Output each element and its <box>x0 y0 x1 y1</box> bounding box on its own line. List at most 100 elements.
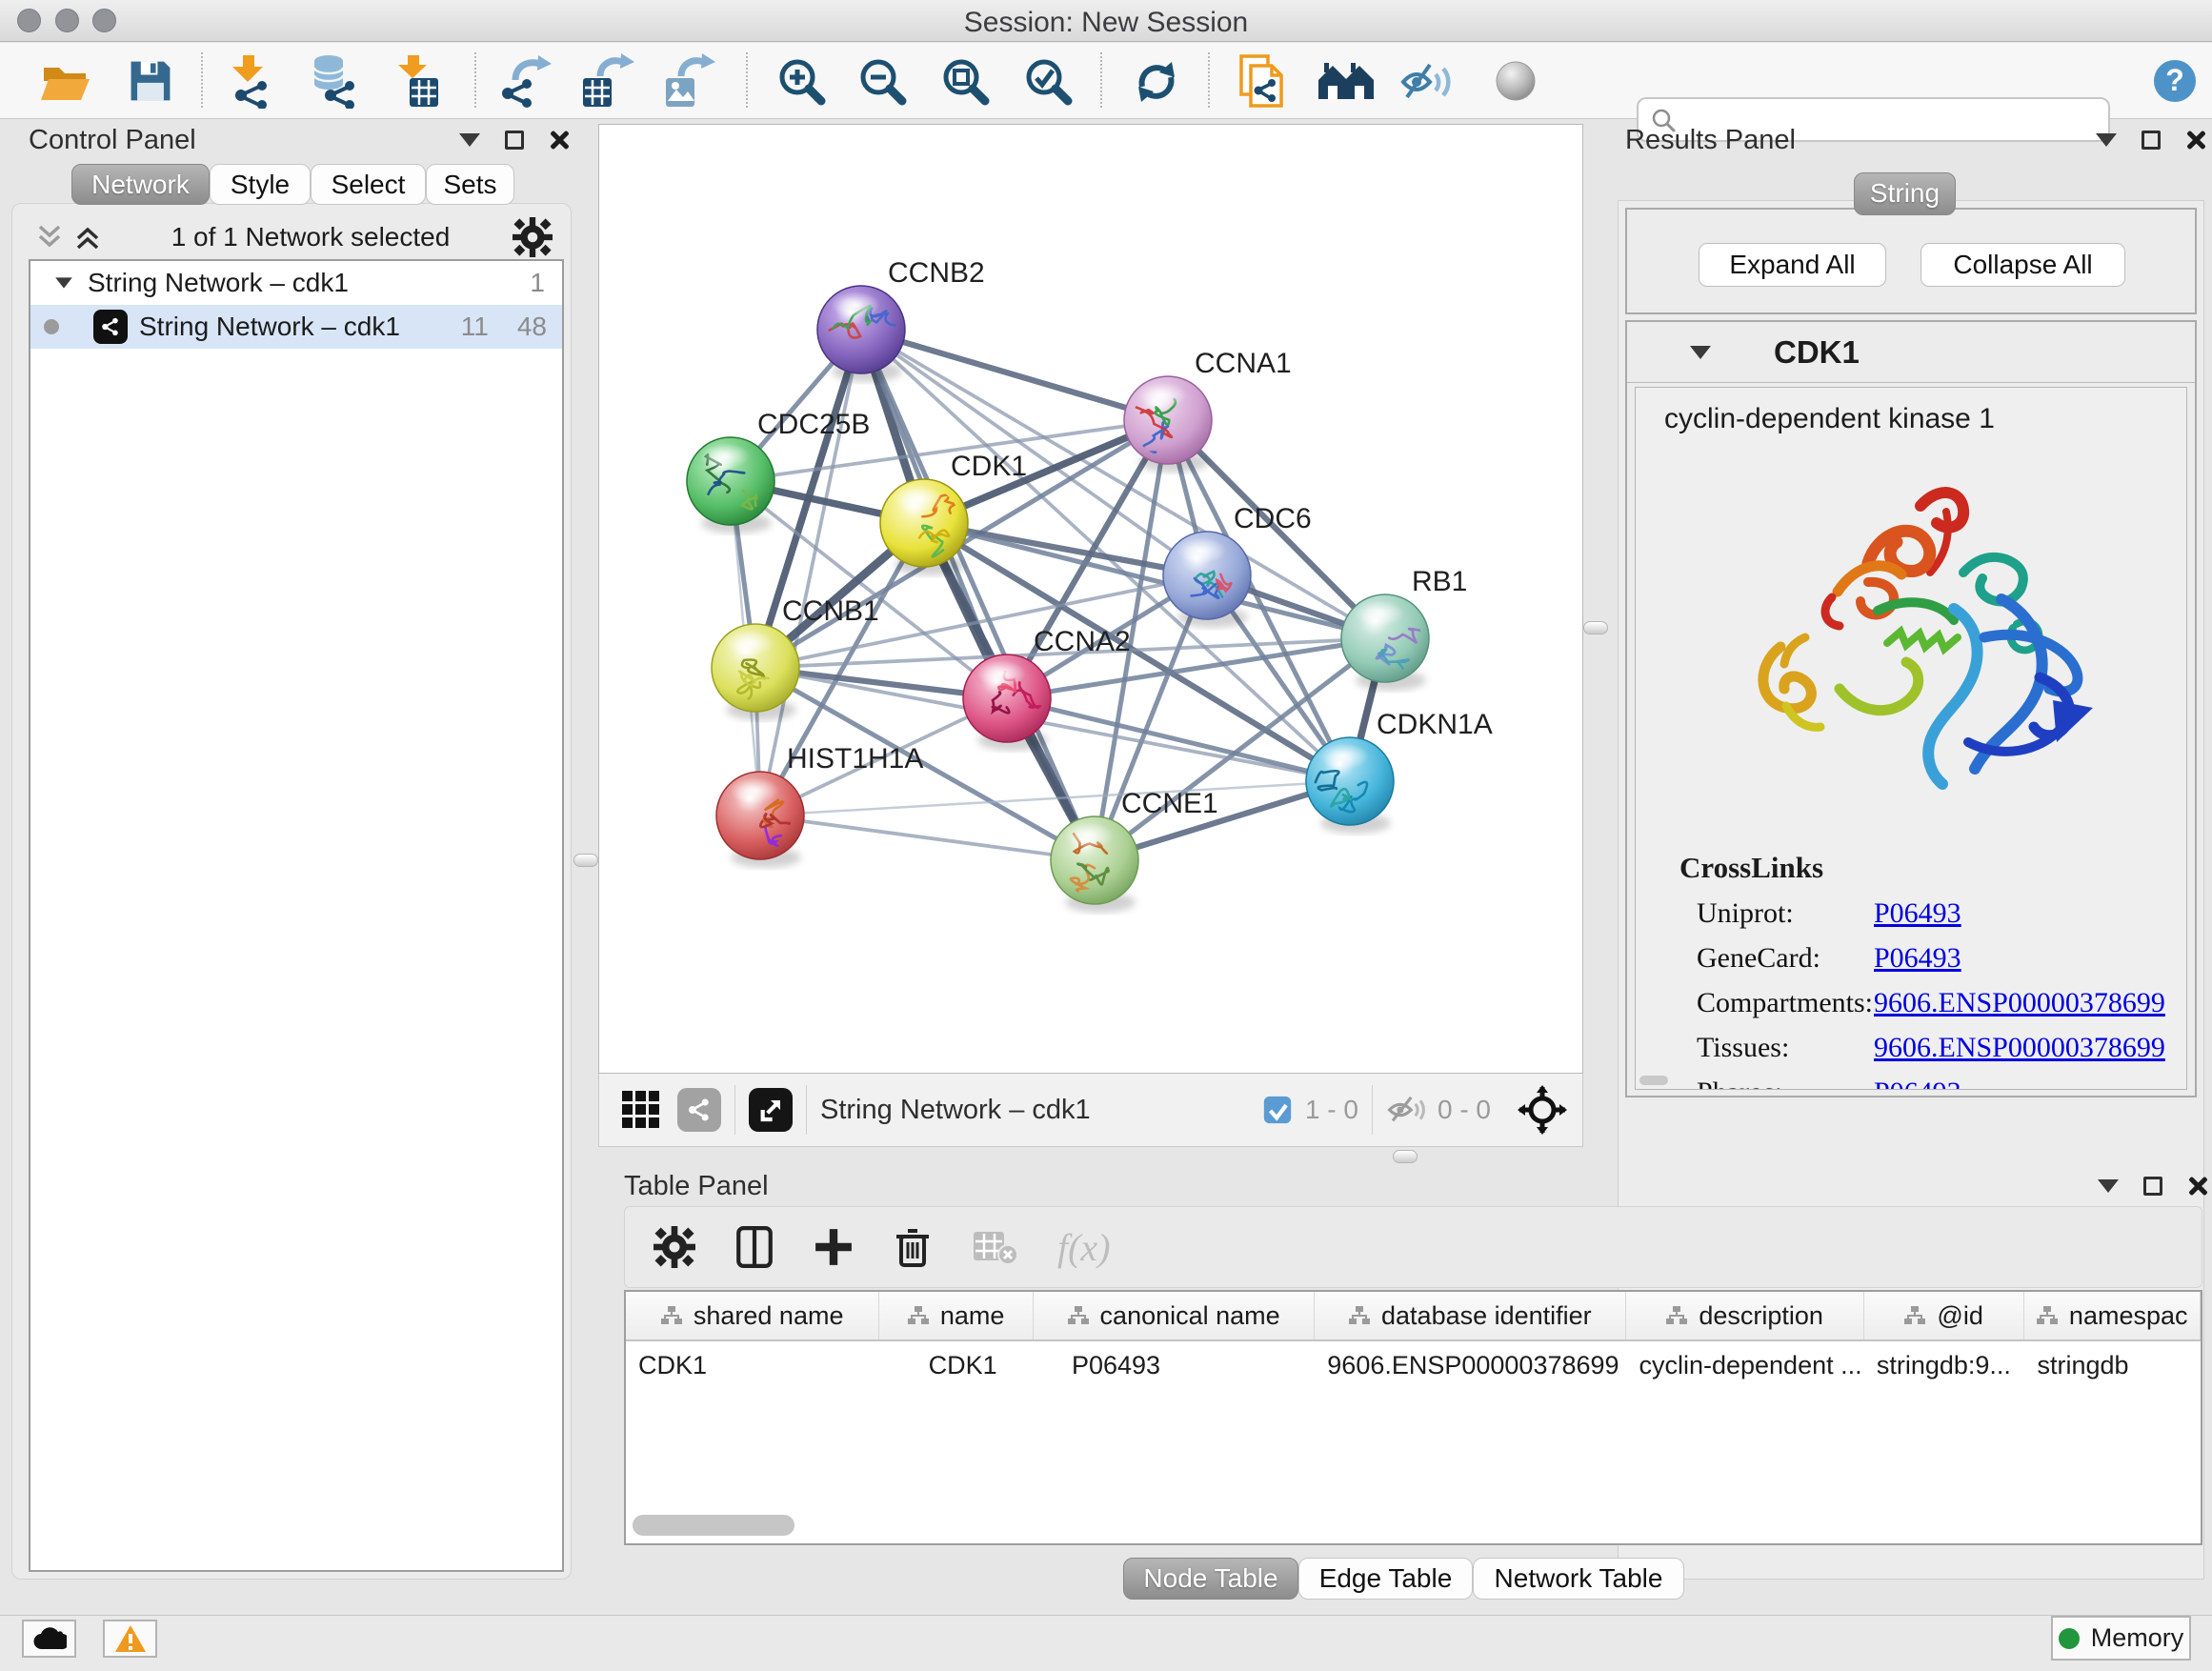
tab-string[interactable]: String <box>1854 172 1956 215</box>
add-column-icon[interactable] <box>814 1227 854 1267</box>
toolbar-separator <box>201 52 203 108</box>
column-header-canonical-name[interactable]: canonical name <box>1034 1292 1315 1339</box>
crosslink-label: Uniprot: <box>1697 897 1874 930</box>
network-collection-row[interactable]: String Network – cdk1 1 <box>30 261 562 305</box>
network-edge[interactable] <box>861 330 1095 860</box>
panel-float-icon[interactable] <box>2143 1177 2162 1196</box>
home-button[interactable] <box>1317 51 1376 111</box>
tab-select[interactable]: Select <box>311 164 426 205</box>
expand-all-button[interactable]: Expand All <box>1699 243 1886 287</box>
memory-button[interactable]: Memory <box>2051 1616 2191 1661</box>
table-options-gear-icon[interactable] <box>654 1226 695 1268</box>
column-header--id[interactable]: @id <box>1864 1292 2025 1339</box>
refresh-button[interactable] <box>1127 51 1186 111</box>
column-header-name[interactable]: name <box>879 1292 1034 1339</box>
selected-checkbox-icon[interactable] <box>1263 1096 1292 1124</box>
entry-collapse-icon[interactable] <box>1690 346 1711 359</box>
network-canvas[interactable]: CCNB2CCNA1CDC25BCDK1CDC6RB1CCNB1CCNA2CDK… <box>598 124 1583 1074</box>
tree-expand-icon[interactable] <box>55 277 72 288</box>
zoom-fit-button[interactable] <box>935 51 995 111</box>
crosslink-link[interactable]: P06493 <box>1874 1077 1961 1090</box>
hidden-eye-icon[interactable] <box>1386 1094 1426 1126</box>
zoom-in-button[interactable] <box>772 51 831 111</box>
crosslinks-list: Uniprot:P06493GeneCard:P06493Compartment… <box>1636 897 2186 1090</box>
tab-network[interactable]: Network <box>71 164 210 205</box>
collapse-all-icon[interactable] <box>36 223 70 252</box>
panel-close-icon[interactable] <box>549 130 570 151</box>
network-options-gear-icon[interactable] <box>513 217 553 257</box>
import-network-from-file-button[interactable] <box>220 51 279 111</box>
string-network-graph[interactable]: CCNB2CCNA1CDC25BCDK1CDC6RB1CCNB1CCNA2CDK… <box>599 125 1584 1075</box>
sphere-icon[interactable] <box>1486 51 1545 111</box>
export-table-button[interactable] <box>577 51 636 111</box>
help-button[interactable]: ? <box>2145 51 2204 111</box>
column-header-database-identifier[interactable]: database identifier <box>1315 1292 1626 1339</box>
cloud-button[interactable] <box>22 1620 76 1658</box>
panel-menu-icon[interactable] <box>2096 133 2117 147</box>
column-header-namespac[interactable]: namespac <box>2024 1292 2201 1339</box>
delete-column-icon[interactable] <box>894 1225 932 1269</box>
expand-all-icon[interactable] <box>74 223 109 252</box>
import-network-from-database-button[interactable] <box>302 51 361 111</box>
column-header-description[interactable]: description <box>1626 1292 1863 1339</box>
panel-close-icon[interactable] <box>2187 1176 2208 1197</box>
export-image-button[interactable] <box>658 51 717 111</box>
toolbar-separator <box>1100 52 1102 108</box>
results-entry-header[interactable]: CDK1 <box>1627 322 2195 383</box>
network-edge[interactable] <box>760 815 1095 860</box>
panel-menu-icon[interactable] <box>459 133 480 147</box>
table-cell: CDK1 <box>879 1341 1034 1389</box>
refresh-icon <box>1130 54 1183 108</box>
show-hide-graphics-details-button[interactable] <box>1398 51 1457 111</box>
tab-style[interactable]: Style <box>210 164 311 205</box>
warnings-button[interactable] <box>103 1620 157 1658</box>
crosslink-row: Pharos:P06493 <box>1697 1077 2186 1090</box>
panel-float-icon[interactable] <box>2142 131 2161 150</box>
export-table-icon <box>579 53 634 109</box>
copy-network-button[interactable] <box>1233 51 1292 111</box>
tab-edge-table[interactable]: Edge Table <box>1298 1558 1473 1600</box>
title-bar: Session: New Session <box>0 0 2212 42</box>
crosslink-link[interactable]: P06493 <box>1874 942 1961 975</box>
string-network-badge-icon[interactable] <box>677 1088 721 1132</box>
bottom-splitter-handle[interactable] <box>1393 1150 1418 1163</box>
panel-close-icon[interactable] <box>2185 130 2206 151</box>
right-splitter-handle[interactable] <box>1583 621 1608 634</box>
network-view-title: String Network – cdk1 <box>820 1095 1091 1126</box>
network-edge[interactable] <box>861 330 1168 420</box>
collapse-all-button[interactable]: Collapse All <box>1920 243 2125 287</box>
tab-sets[interactable]: Sets <box>426 164 514 205</box>
panel-menu-icon[interactable] <box>2098 1179 2119 1193</box>
table-row[interactable]: CDK1CDK1P064939606.ENSP00000378699cyclin… <box>626 1341 2201 1389</box>
tab-network-table[interactable]: Network Table <box>1473 1558 1684 1600</box>
select-columns-icon[interactable] <box>735 1226 774 1268</box>
hidden-counts: 0 - 0 <box>1438 1095 1491 1125</box>
export-network-button[interactable] <box>496 51 555 111</box>
zoom-in-icon <box>774 54 828 108</box>
node-label-CDC25B: CDC25B <box>757 409 870 440</box>
save-session-button[interactable] <box>121 51 180 111</box>
zoom-out-button[interactable] <box>853 51 912 111</box>
control-panel-header-icons <box>459 130 570 151</box>
network-row-selected[interactable]: String Network – cdk1 11 48 <box>30 305 562 349</box>
node-label-CCNB1: CCNB1 <box>782 595 879 627</box>
network-label: String Network – cdk1 <box>139 312 400 342</box>
tab-node-table[interactable]: Node Table <box>1123 1558 1298 1600</box>
horizontal-scrollbar-thumb[interactable] <box>633 1515 794 1536</box>
left-splitter-handle[interactable] <box>573 854 598 867</box>
crosslink-link[interactable]: P06493 <box>1874 897 1961 930</box>
crosslink-link[interactable]: 9606.ENSP00000378699 <box>1874 1032 2165 1064</box>
zoom-selected-button[interactable] <box>1018 51 1077 111</box>
crosslink-link[interactable]: 9606.ENSP00000378699 <box>1874 987 2165 1019</box>
column-header-shared-name[interactable]: shared name <box>626 1292 879 1339</box>
import-table-from-file-button[interactable] <box>387 51 446 111</box>
fit-selected-crosshair-icon[interactable] <box>1518 1085 1567 1135</box>
open-in-window-icon[interactable] <box>749 1088 793 1132</box>
node-label-CCNA2: CCNA2 <box>1034 626 1131 657</box>
string-app-icon <box>93 310 128 344</box>
panel-float-icon[interactable] <box>505 131 524 150</box>
scrollbar-thumb[interactable] <box>1639 1076 1668 1085</box>
node-label-HIST1H1A: HIST1H1A <box>787 743 923 775</box>
birdseye-grid-icon[interactable] <box>620 1089 662 1131</box>
open-session-button[interactable] <box>35 51 94 111</box>
